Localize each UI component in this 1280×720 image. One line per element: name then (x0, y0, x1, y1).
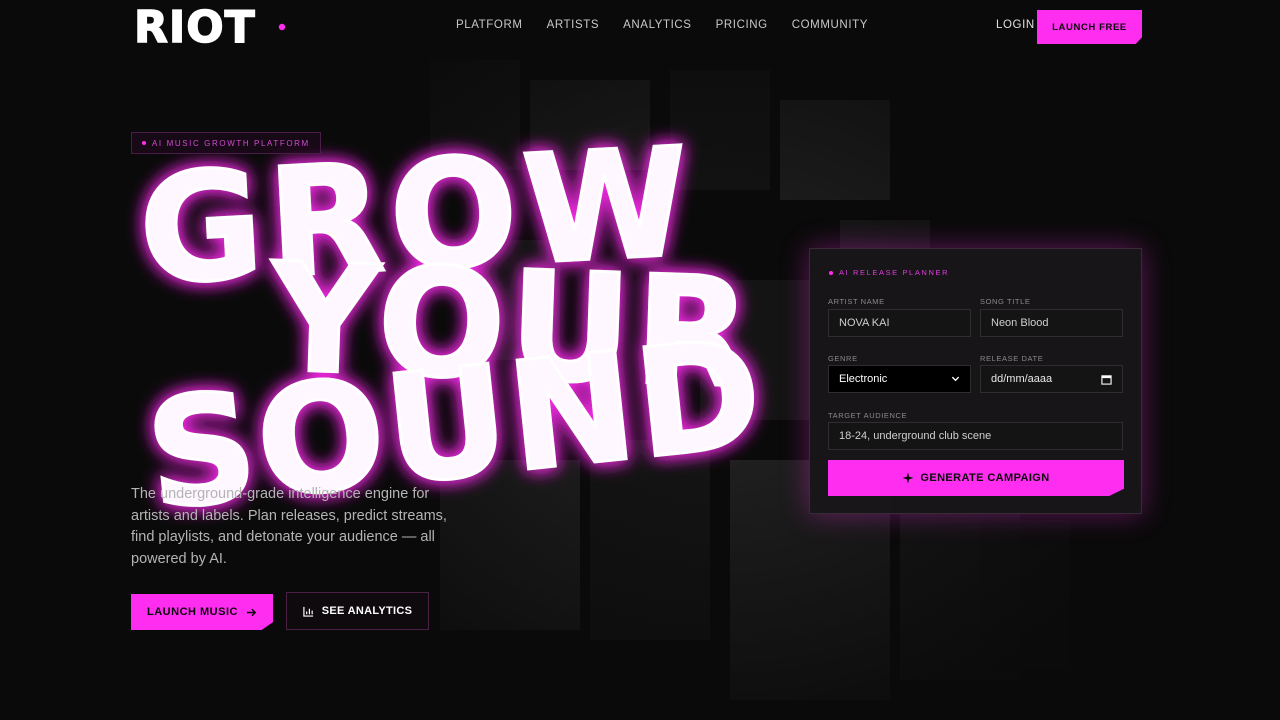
release-date-label: RELEASE DATE (980, 354, 1044, 363)
release-date-input[interactable]: dd/mm/aaaa (980, 365, 1123, 393)
arrow-right-icon (246, 607, 257, 618)
launch-music-label: LAUNCH MUSIC (147, 606, 238, 618)
release-date-placeholder: dd/mm/aaaa (991, 373, 1053, 385)
artist-name-input[interactable]: NOVA KAI (828, 309, 971, 337)
nav-link-pricing[interactable]: PRICING (716, 19, 768, 31)
riot-logo-mark: RIOT (133, 1, 286, 50)
launch-music-button[interactable]: LAUNCH MUSIC (131, 594, 273, 630)
generate-campaign-label: GENERATE CAMPAIGN (920, 472, 1050, 484)
song-title-value: Neon Blood (991, 317, 1049, 329)
badge-label: AI MUSIC GROWTH PLATFORM (152, 138, 310, 148)
nav-link-analytics[interactable]: ANALYTICS (623, 19, 691, 31)
planner-dot (829, 270, 833, 275)
nav-links: PLATFORM ARTISTS ANALYTICS PRICING COMMU… (456, 19, 868, 31)
release-planner-card: AI RELEASE PLANNER ARTIST NAME NOVA KAI … (809, 248, 1142, 514)
planner-title: AI RELEASE PLANNER (839, 268, 950, 277)
login-link[interactable]: LOGIN (996, 19, 1035, 31)
bar-chart-icon (303, 606, 314, 617)
top-nav: RIOT PLATFORM ARTISTS ANALYTICS PRICING … (0, 0, 1280, 56)
badge-dot (142, 141, 146, 145)
nav-link-community[interactable]: COMMUNITY (792, 19, 868, 31)
nav-link-artists[interactable]: ARTISTS (547, 19, 600, 31)
hero-description: The underground-grade intelligence engin… (131, 486, 447, 567)
genre-label: GENRE (828, 354, 858, 363)
see-analytics-button[interactable]: SEE ANALYTICS (286, 592, 429, 630)
launch-free-button[interactable]: LAUNCH FREE (1037, 10, 1142, 44)
genre-select[interactable]: Electronic (828, 365, 971, 393)
sparkle-icon (902, 472, 914, 484)
artist-name-label: ARTIST NAME (828, 297, 885, 306)
see-analytics-label: SEE ANALYTICS (321, 605, 413, 617)
riot-logo[interactable]: RIOT (132, 0, 292, 50)
generate-campaign-button[interactable]: GENERATE CAMPAIGN (828, 460, 1124, 496)
song-title-input[interactable]: Neon Blood (980, 309, 1123, 337)
calendar-icon[interactable] (1101, 374, 1112, 385)
target-audience-value: 18-24, underground club scene (839, 430, 992, 442)
chevron-down-icon (951, 374, 960, 385)
planner-header: AI RELEASE PLANNER (829, 268, 949, 277)
hero-badge: AI MUSIC GROWTH PLATFORM (131, 132, 321, 154)
target-audience-input[interactable]: 18-24, underground club scene (828, 422, 1123, 450)
artist-name-value: NOVA KAI (839, 317, 890, 329)
song-title-label: SONG TITLE (980, 297, 1031, 306)
genre-value: Electronic (839, 373, 888, 385)
nav-link-platform[interactable]: PLATFORM (456, 19, 523, 31)
target-audience-label: TARGET AUDIENCE (828, 411, 908, 420)
svg-text:RIOT: RIOT (134, 2, 256, 50)
